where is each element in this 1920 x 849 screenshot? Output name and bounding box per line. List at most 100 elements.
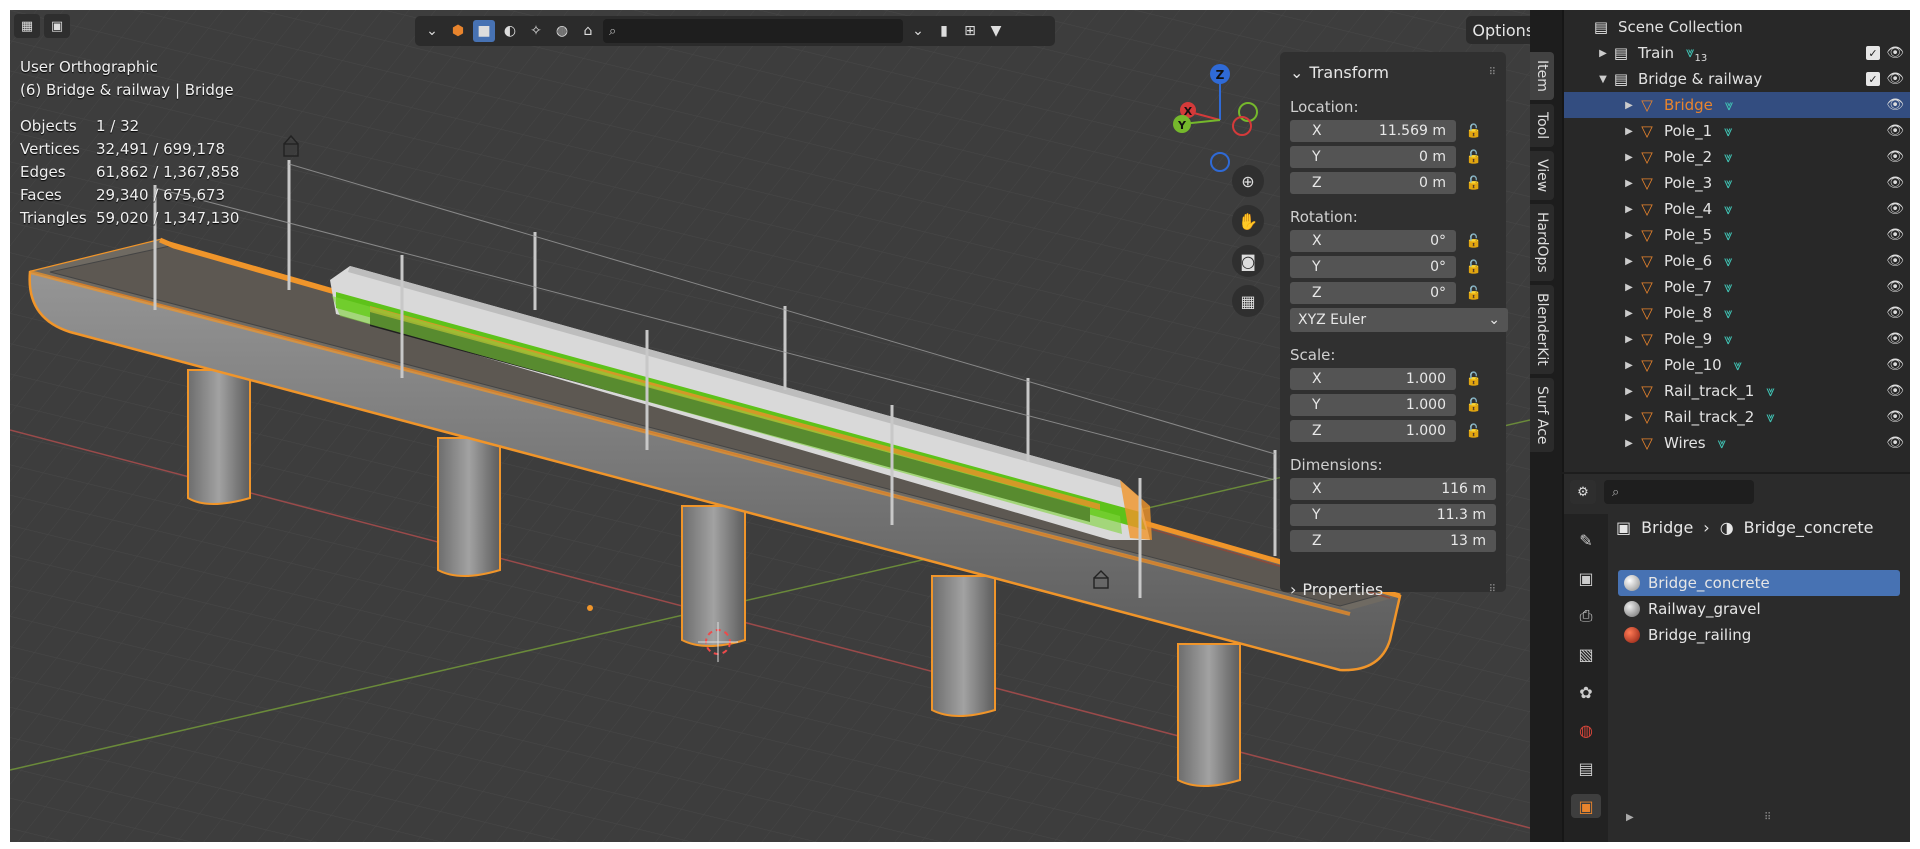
- drag-grip-icon[interactable]: ⠿: [1489, 67, 1496, 78]
- collection-icon[interactable]: ▤: [1571, 756, 1601, 780]
- expand-arrow-icon[interactable]: ▶: [1622, 308, 1636, 319]
- rotation-y-field[interactable]: Y 0°: [1290, 256, 1456, 278]
- outliner-object-row[interactable]: ▶ ▽ Pole_8 ⩔ 👁: [1564, 300, 1910, 326]
- outliner-object-row[interactable]: ▶ ▽ Pole_10 ⩔ 👁: [1564, 352, 1910, 378]
- lock-icon[interactable]: 🔓: [1456, 372, 1482, 387]
- outliner[interactable]: ▤ Scene Collection ▶ ▤ Train ⩔13 ✓ 👁 ▼ ▤…: [1562, 10, 1910, 472]
- properties-editor[interactable]: ⚙ ⌕ ✎ ▣ ⎙ ▧ ✿ ◍ ▤ ▣ ▣ Bridge › ◑ Bridge_…: [1562, 474, 1910, 842]
- dimensions-y-field[interactable]: Y 11.3 m: [1290, 504, 1496, 526]
- outliner-object-row[interactable]: ▶ ▽ Pole_2 ⩔ 👁: [1564, 144, 1910, 170]
- world-icon[interactable]: ◍: [551, 20, 573, 42]
- outliner-object-row[interactable]: ▶ ▽ Bridge ⩔ 👁: [1564, 92, 1910, 118]
- eye-icon[interactable]: 👁: [1886, 175, 1904, 191]
- expand-arrow-icon[interactable]: ▶: [1622, 360, 1636, 371]
- material-slot-list[interactable]: Bridge_concrete Railway_gravel Bridge_ra…: [1618, 570, 1900, 648]
- tab-blenderkit[interactable]: BlenderKit: [1530, 285, 1554, 374]
- drag-grip-icon[interactable]: ⠿: [1489, 584, 1496, 595]
- lock-icon[interactable]: 🔓: [1456, 424, 1482, 439]
- eye-icon[interactable]: 👁: [1886, 383, 1904, 399]
- tool-icon[interactable]: ✎: [1571, 528, 1601, 552]
- object-color-icon[interactable]: ⬢: [447, 20, 469, 42]
- bookmark-icon[interactable]: ▮: [933, 20, 955, 42]
- navigation-gizmo[interactable]: Z X Y: [1160, 60, 1280, 180]
- expand-arrow-icon[interactable]: ▶: [1622, 230, 1636, 241]
- dimensions-x-field[interactable]: X 116 m: [1290, 478, 1496, 500]
- outliner-collection-bridge[interactable]: ▼ ▤ Bridge & railway ✓ 👁: [1564, 66, 1910, 92]
- output-icon[interactable]: ⎙: [1571, 604, 1601, 628]
- exclude-checkbox[interactable]: ✓: [1866, 72, 1880, 86]
- lock-icon[interactable]: 🔓: [1456, 150, 1482, 165]
- lock-icon[interactable]: 🔓: [1456, 234, 1482, 249]
- dropdown-icon[interactable]: ⌄: [907, 20, 929, 42]
- expand-arrow-icon[interactable]: ▶: [1622, 126, 1636, 137]
- eye-icon[interactable]: 👁: [1886, 97, 1904, 113]
- scale-y-field[interactable]: Y 1.000: [1290, 394, 1456, 416]
- lock-icon[interactable]: 🔓: [1456, 398, 1482, 413]
- outliner-object-row[interactable]: ▶ ▽ Pole_7 ⩔ 👁: [1564, 274, 1910, 300]
- eye-icon[interactable]: 👁: [1886, 123, 1904, 139]
- collapse-arrow-icon[interactable]: ▼: [1596, 74, 1610, 85]
- transform-header[interactable]: ⌄ Transform ⠿: [1290, 60, 1496, 84]
- properties-search-input[interactable]: ⌕: [1604, 480, 1754, 504]
- eye-icon[interactable]: 👁: [1886, 331, 1904, 347]
- outliner-object-row[interactable]: ▶ ▽ Pole_6 ⩔ 👁: [1564, 248, 1910, 274]
- material-slot[interactable]: Railway_gravel: [1618, 596, 1900, 622]
- outliner-collection-train[interactable]: ▶ ▤ Train ⩔13 ✓ 👁: [1564, 40, 1910, 66]
- tab-hardops[interactable]: HardOps: [1530, 204, 1554, 282]
- eye-icon[interactable]: 👁: [1886, 71, 1904, 87]
- expand-arrow-icon[interactable]: ▶: [1596, 48, 1610, 59]
- expand-arrow-icon[interactable]: ▶: [1622, 152, 1636, 163]
- eye-icon[interactable]: 👁: [1886, 253, 1904, 269]
- outliner-object-row[interactable]: ▶ ▽ Pole_3 ⩔ 👁: [1564, 170, 1910, 196]
- eye-icon[interactable]: 👁: [1886, 149, 1904, 165]
- rotation-x-field[interactable]: X 0°: [1290, 230, 1456, 252]
- scale-z-field[interactable]: Z 1.000: [1290, 420, 1456, 442]
- location-z-field[interactable]: Z 0 m: [1290, 172, 1456, 194]
- expand-arrow-icon[interactable]: ▶: [1622, 412, 1636, 423]
- lock-icon[interactable]: 🔓: [1456, 176, 1482, 191]
- lock-icon[interactable]: 🔓: [1456, 260, 1482, 275]
- world-icon[interactable]: ◍: [1571, 718, 1601, 742]
- rotation-mode-select[interactable]: XYZ Euler ⌄: [1290, 308, 1508, 332]
- expand-arrow-icon[interactable]: ▶: [1622, 334, 1636, 345]
- tab-view[interactable]: View: [1530, 151, 1554, 201]
- viewport-search-input[interactable]: ⌕: [603, 19, 903, 43]
- scene-icon[interactable]: ✿: [1571, 680, 1601, 704]
- location-x-field[interactable]: X 11.569 m: [1290, 120, 1456, 142]
- solid-shading-icon[interactable]: ■: [473, 20, 495, 42]
- rotation-z-field[interactable]: Z 0°: [1290, 282, 1456, 304]
- outliner-object-row[interactable]: ▶ ▽ Pole_9 ⩔ 👁: [1564, 326, 1910, 352]
- object-icon[interactable]: ▣: [1571, 794, 1601, 818]
- outliner-scene-collection[interactable]: ▤ Scene Collection: [1564, 14, 1910, 40]
- expand-arrow-icon[interactable]: ▶: [1626, 812, 1634, 823]
- eye-icon[interactable]: 👁: [1886, 409, 1904, 425]
- eye-icon[interactable]: 👁: [1886, 305, 1904, 321]
- options-button[interactable]: Options ⌄: [1466, 16, 1530, 44]
- cleaner-icon[interactable]: ⌂: [577, 20, 599, 42]
- material-slot[interactable]: Bridge_concrete: [1618, 570, 1900, 596]
- layout-icon[interactable]: ⊞: [959, 20, 981, 42]
- eye-icon[interactable]: 👁: [1886, 45, 1904, 61]
- chevron-down-icon[interactable]: ⌄: [421, 20, 443, 42]
- outliner-object-row[interactable]: ▶ ▽ Pole_5 ⩔ 👁: [1564, 222, 1910, 248]
- filter-icon[interactable]: ▼: [985, 20, 1007, 42]
- expand-arrow-icon[interactable]: ▶: [1622, 100, 1636, 111]
- tab-item[interactable]: Item: [1530, 52, 1554, 100]
- drag-grip-icon[interactable]: ⠿: [1764, 812, 1771, 823]
- exclude-checkbox[interactable]: ✓: [1866, 46, 1880, 60]
- eye-icon[interactable]: 👁: [1886, 201, 1904, 217]
- camera-view-icon[interactable]: ◙: [1232, 245, 1264, 277]
- expand-arrow-icon[interactable]: ▶: [1622, 438, 1636, 449]
- 3d-viewport[interactable]: ▦ ▣ ⌄ ⬢ ■ ◐ ✧ ◍ ⌂ ⌕ ⌄ ▮ ⊞ ▼ Options ⌄ Us…: [10, 10, 1530, 842]
- expand-arrow-icon[interactable]: ▶: [1622, 256, 1636, 267]
- location-y-field[interactable]: Y 0 m: [1290, 146, 1456, 168]
- view-layer-icon[interactable]: ▧: [1571, 642, 1601, 666]
- expand-arrow-icon[interactable]: ▶: [1622, 282, 1636, 293]
- zoom-icon[interactable]: ⊕: [1232, 165, 1264, 197]
- lock-icon[interactable]: 🔓: [1456, 124, 1482, 139]
- expand-arrow-icon[interactable]: ▶: [1622, 386, 1636, 397]
- scale-x-field[interactable]: X 1.000: [1290, 368, 1456, 390]
- eye-icon[interactable]: 👁: [1886, 279, 1904, 295]
- outliner-object-row[interactable]: ▶ ▽ Rail_track_2 ⩔ 👁: [1564, 404, 1910, 430]
- eye-icon[interactable]: 👁: [1886, 357, 1904, 373]
